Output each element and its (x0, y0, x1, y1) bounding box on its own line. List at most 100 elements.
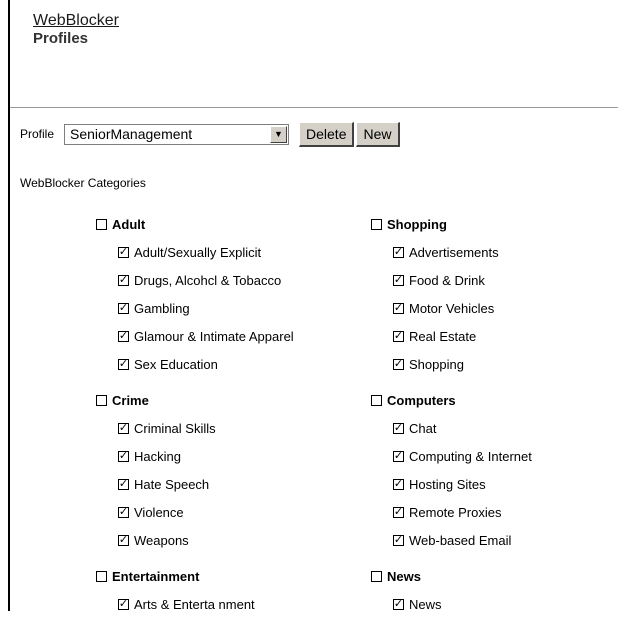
category-label: Remote Proxies (409, 504, 502, 520)
new-button[interactable]: New (356, 121, 400, 147)
category-item: ✓ Web-based Email (371, 526, 532, 554)
category-checkbox-hosting-sites[interactable]: ✓ (393, 478, 404, 490)
category-item: ✓ Sex Education (96, 350, 294, 378)
category-label: Gambling (134, 300, 190, 316)
group-checkbox-computers[interactable] (371, 394, 382, 406)
category-item: ✓ Hacking (96, 442, 294, 470)
profile-label: Profile (20, 127, 55, 141)
webblocker-link[interactable]: WebBlocker (33, 12, 119, 30)
right-category-column: Shopping ✓ Advertisements ✓ Food & Drink ✓ Mot… (371, 210, 532, 626)
category-item: ✓ Advertisements (371, 238, 532, 266)
category-group-computers: Computers ✓ Chat ✓ Computing & Internet ✓ Host… (371, 386, 532, 554)
category-item: ✓ Hate Speech (96, 470, 294, 498)
category-item: ✓ Chat (371, 414, 532, 442)
group-checkbox-entertainment[interactable] (96, 570, 107, 582)
category-checkbox-advertisements[interactable]: ✓ (393, 246, 404, 258)
category-checkbox-glamour-intimate-apparel[interactable]: ✓ (118, 330, 129, 342)
page-title: Profiles (33, 30, 89, 47)
group-label: Shopping (387, 216, 447, 232)
category-label: Shopping (409, 356, 464, 372)
category-checkbox-remote-proxies[interactable]: ✓ (393, 506, 404, 518)
profile-row: Profile SeniorManagement ▼ Delete New (20, 121, 400, 147)
category-label: Hate Speech (134, 476, 210, 492)
profile-select-value: SeniorManagement (70, 126, 193, 142)
group-checkbox-adult[interactable] (96, 218, 107, 230)
category-label: News (409, 596, 442, 612)
category-item: ✓ Weapons (96, 526, 294, 554)
group-label: Crime (112, 392, 149, 408)
category-label: Violence (134, 504, 184, 520)
category-checkbox-gambling[interactable]: ✓ (118, 302, 129, 314)
category-label: Hosting Sites (409, 476, 486, 492)
category-group-crime: Crime ✓ Criminal Skills ✓ Hacking ✓ Hate Speec… (96, 386, 294, 554)
category-checkbox-shopping[interactable]: ✓ (393, 358, 404, 370)
category-group-adult: Adult ✓ Adult/Sexually Explicit ✓ Drugs, Alc… (96, 210, 294, 378)
category-label: Weapons (134, 532, 189, 548)
category-checkbox-adult-sexually-explicit[interactable]: ✓ (118, 246, 129, 258)
group-checkbox-news[interactable] (371, 570, 382, 582)
category-item: ✓ Drugs, Alcohcl & Tobacco (96, 266, 294, 294)
group-label: News (387, 568, 421, 584)
category-item: ✓ Arts & Enterta nment (96, 590, 294, 618)
left-category-column: Adult ✓ Adult/Sexually Explicit ✓ Drugs, Alc… (96, 210, 294, 626)
category-label: Computing & Internet (409, 448, 532, 464)
category-label: Sex Education (134, 356, 218, 372)
category-checkbox-sex-education[interactable]: ✓ (118, 358, 129, 370)
category-label: Motor Vehicles (409, 300, 495, 316)
category-item: ✓ Computing & Internet (371, 442, 532, 470)
category-checkbox-criminal-skills[interactable]: ✓ (118, 422, 129, 434)
category-label: Hacking (134, 448, 181, 464)
category-label: Drugs, Alcohcl & Tobacco (134, 272, 282, 288)
category-item: ✓ Glamour & Intimate Apparel (96, 322, 294, 350)
category-label: Chat (409, 420, 437, 436)
category-group-entertainment: Entertainment ✓ Arts & Enterta nment (96, 562, 294, 618)
category-label: Criminal Skills (134, 420, 216, 436)
left-border (8, 0, 10, 611)
category-item: ✓ Motor Vehicles (371, 294, 532, 322)
group-checkbox-shopping[interactable] (371, 218, 382, 230)
category-label: Food & Drink (409, 272, 485, 288)
header: WebBlocker Profiles (33, 12, 119, 48)
category-label: Advertisements (409, 244, 499, 260)
category-group-header: Shopping (371, 210, 532, 238)
category-group-header: Crime (96, 386, 294, 414)
category-checkbox-arts-enterta-nment[interactable]: ✓ (118, 598, 129, 610)
category-checkbox-drugs-alcohcl-tobacco[interactable]: ✓ (118, 274, 129, 286)
category-item: ✓ Violence (96, 498, 294, 526)
category-group-header: Adult (96, 210, 294, 238)
chevron-down-icon[interactable]: ▼ (270, 125, 288, 143)
category-checkbox-food-drink[interactable]: ✓ (393, 274, 404, 286)
category-item: ✓ Real Estate (371, 322, 532, 350)
category-checkbox-weapons[interactable]: ✓ (118, 534, 129, 546)
category-group-header: Computers (371, 386, 532, 414)
category-checkbox-hacking[interactable]: ✓ (118, 450, 129, 462)
delete-button[interactable]: Delete (299, 121, 355, 147)
category-item: ✓ Food & Drink (371, 266, 532, 294)
category-checkbox-hate-speech[interactable]: ✓ (118, 478, 129, 490)
category-item: ✓ Remote Proxies (371, 498, 532, 526)
group-checkbox-crime[interactable] (96, 394, 107, 406)
category-group-header: News (371, 562, 532, 590)
category-checkbox-motor-vehicles[interactable]: ✓ (393, 302, 404, 314)
category-item: ✓ News (371, 590, 532, 618)
profile-select[interactable]: SeniorManagement ▼ (64, 123, 290, 145)
category-checkbox-chat[interactable]: ✓ (393, 422, 404, 434)
group-label: Computers (387, 392, 456, 408)
category-group-shopping: Shopping ✓ Advertisements ✓ Food & Drink ✓ Mot… (371, 210, 532, 378)
header-divider (10, 107, 618, 108)
categories-title: WebBlocker Categories (20, 176, 146, 190)
category-item: ✓ Adult/Sexually Explicit (96, 238, 294, 266)
category-item: ✓ Hosting Sites (371, 470, 532, 498)
category-checkbox-computing-internet[interactable]: ✓ (393, 450, 404, 462)
category-group-news: News ✓ News (371, 562, 532, 618)
category-label: Glamour & Intimate Apparel (134, 328, 294, 344)
category-checkbox-violence[interactable]: ✓ (118, 506, 129, 518)
category-checkbox-news[interactable]: ✓ (393, 598, 404, 610)
group-label: Entertainment (112, 568, 200, 584)
category-checkbox-real-estate[interactable]: ✓ (393, 330, 404, 342)
category-label: Arts & Enterta nment (134, 596, 255, 612)
category-checkbox-web-based-email[interactable]: ✓ (393, 534, 404, 546)
category-item: ✓ Gambling (96, 294, 294, 322)
category-label: Web-based Email (409, 532, 512, 548)
category-group-header: Entertainment (96, 562, 294, 590)
